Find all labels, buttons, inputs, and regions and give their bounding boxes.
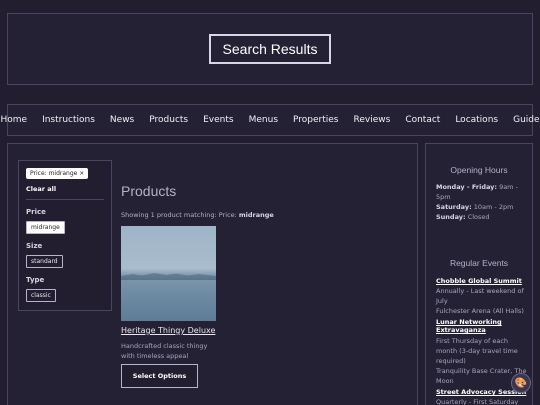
nav-item-contact[interactable]: Contact xyxy=(405,115,440,125)
nav-item-news[interactable]: News xyxy=(110,115,134,125)
event-title-link[interactable]: Lunar Networking Extravaganza xyxy=(436,318,506,334)
hours-row: Saturday: 10am - 2pm xyxy=(436,202,528,212)
results-summary-prefix: Showing 1 product matching: Price: xyxy=(121,211,239,219)
opening-hours-list: Monday - Friday: 9am - 5pm Saturday: 10a… xyxy=(436,182,528,222)
product-image[interactable] xyxy=(121,226,216,321)
regular-events-heading: Regular Events xyxy=(449,258,509,268)
filter-panel: Price: midrange × Clear all Price midran… xyxy=(18,160,112,311)
price-option-midrange[interactable]: midrange xyxy=(26,221,65,234)
hours-day: Saturday: xyxy=(436,203,472,211)
hours-day: Monday - Friday: xyxy=(436,183,497,191)
hours-time: 10am - 2pm xyxy=(471,203,514,211)
price-filter-label: Price xyxy=(26,208,46,216)
event-details: Annually - Last weekend of July Fulchest… xyxy=(436,287,524,315)
product-name-link[interactable]: Heritage Thingy Deluxe xyxy=(121,326,215,335)
results-summary: Showing 1 product matching: Price: midra… xyxy=(121,211,274,219)
hours-time: Closed xyxy=(465,213,490,221)
main-content: Price: midrange × Clear all Price midran… xyxy=(7,143,418,405)
product-description: Handcrafted classic thingy with timeless… xyxy=(121,342,208,360)
hours-row: Monday - Friday: 9am - 5pm xyxy=(436,182,528,202)
theme-toggle-button[interactable]: 🎨 xyxy=(511,373,531,393)
opening-hours-heading: Opening Hours xyxy=(450,165,508,175)
site-header: Search Results xyxy=(7,13,533,85)
type-option-classic[interactable]: classic xyxy=(26,289,56,302)
nav-item-home[interactable]: Home xyxy=(0,115,27,125)
clear-all-link[interactable]: Clear all xyxy=(26,185,56,193)
active-filter-chip[interactable]: Price: midrange × xyxy=(26,168,89,179)
size-option-standard[interactable]: standard xyxy=(26,255,63,268)
nav-item-products[interactable]: Products xyxy=(149,115,188,125)
nav-item-instructions[interactable]: Instructions xyxy=(42,115,95,125)
main-nav: Home Instructions News Products Events M… xyxy=(0,104,540,136)
hours-row: Sunday: Closed xyxy=(436,212,528,222)
sidebar: Opening Hours Monday - Friday: 9am - 5pm… xyxy=(425,143,533,405)
product-image-hills xyxy=(121,273,216,280)
nav-item-menus[interactable]: Menus xyxy=(249,115,278,125)
products-heading: Products xyxy=(121,183,177,199)
size-filter-label: Size xyxy=(26,242,43,250)
nav-item-locations[interactable]: Locations xyxy=(455,115,498,125)
event-details: Quarterly - First Saturday xyxy=(436,398,519,405)
palette-icon: 🎨 xyxy=(514,377,528,389)
nav-item-events[interactable]: Events xyxy=(203,115,233,125)
nav-item-reviews[interactable]: Reviews xyxy=(354,115,391,125)
page-title: Search Results xyxy=(208,34,332,64)
filter-divider xyxy=(26,199,104,200)
select-options-button[interactable]: Select Options xyxy=(121,364,198,388)
hours-day: Sunday: xyxy=(436,213,466,221)
nav-item-guide[interactable]: Guide xyxy=(513,115,539,125)
results-summary-value: midrange xyxy=(238,211,274,219)
event-title-link[interactable]: Chobble Global Summit xyxy=(436,277,531,285)
nav-item-properties[interactable]: Properties xyxy=(293,115,338,125)
type-filter-label: Type xyxy=(26,276,45,284)
